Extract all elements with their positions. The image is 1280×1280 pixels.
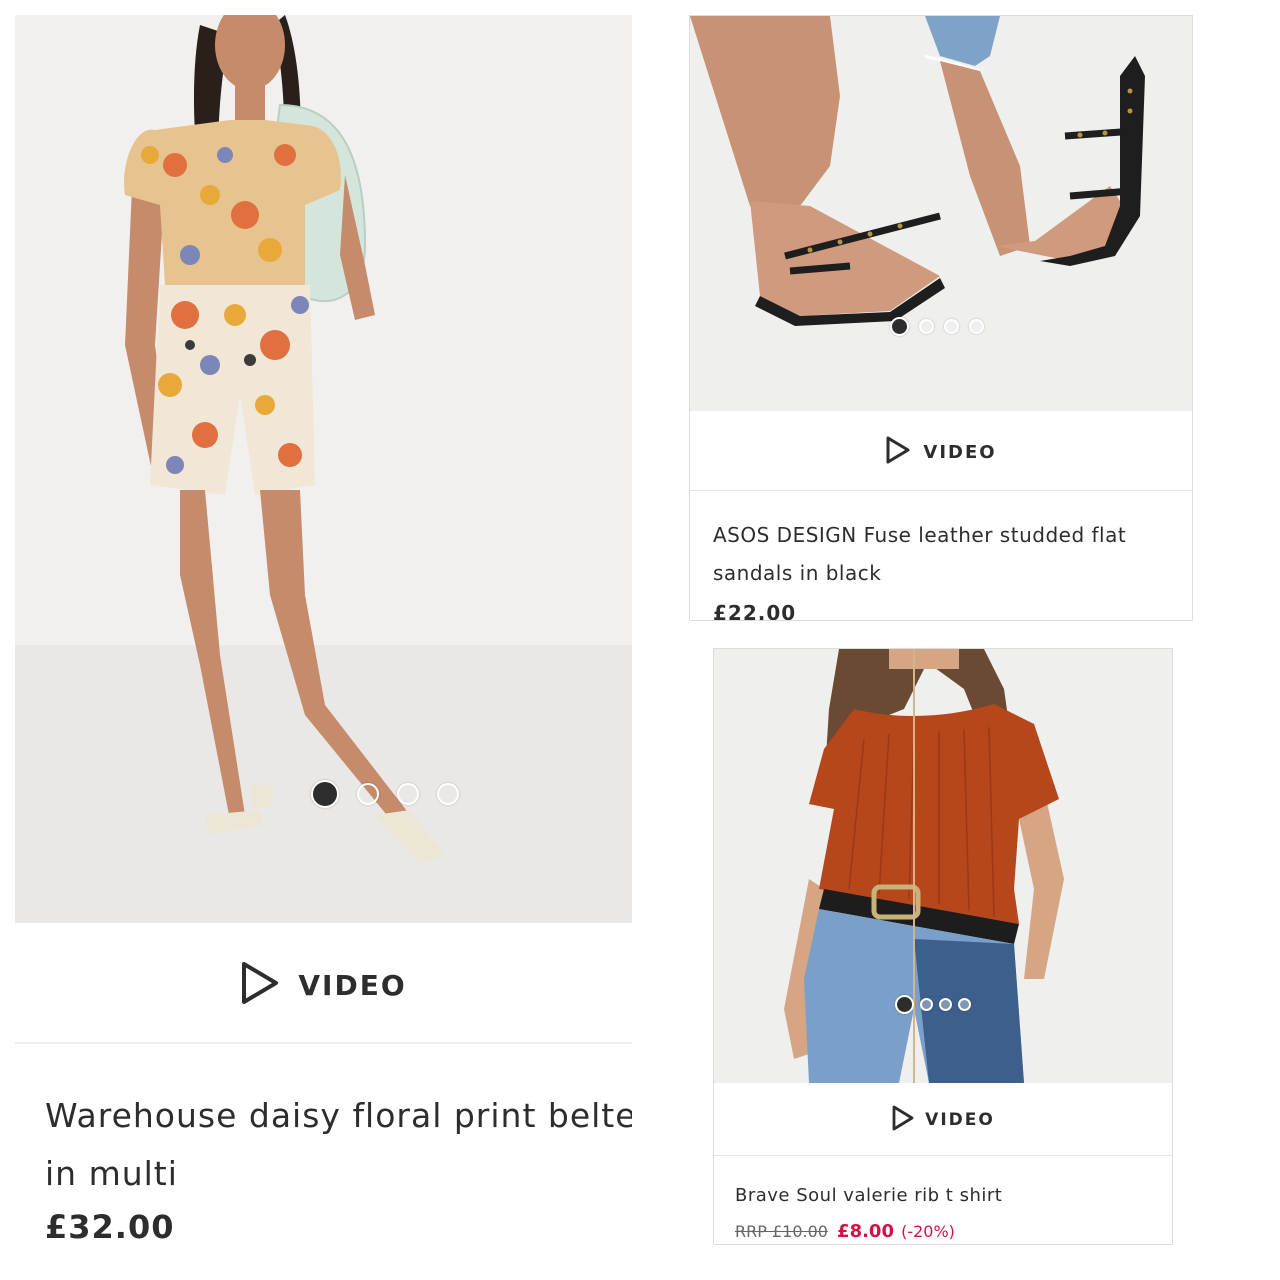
play-outline-icon	[240, 961, 280, 1009]
product-title[interactable]: Brave Soul valerie rib t shirt	[735, 1182, 1155, 1210]
carousel-dot-4[interactable]	[969, 319, 984, 334]
video-button[interactable]: VIDEO	[690, 436, 1192, 468]
video-label: VIDEO	[923, 441, 997, 463]
divider	[15, 1042, 632, 1044]
carousel-dot-3[interactable]	[944, 319, 959, 334]
carousel-dot-3[interactable]	[397, 783, 419, 805]
product-card-brave-soul-tshirt[interactable]: VIDEO Brave Soul valerie rib t shirt RRP…	[713, 648, 1173, 1245]
price-block: RRP £10.00 £8.00 (-20%)	[735, 1221, 955, 1242]
product-price: £22.00	[713, 601, 797, 621]
product-price: £32.00	[45, 1208, 175, 1246]
product-title[interactable]: ASOS DESIGN Fuse leather studded flat sa…	[713, 516, 1183, 592]
product-title[interactable]: Warehouse daisy floral print belted s in…	[45, 1087, 632, 1203]
video-button[interactable]: VIDEO	[714, 1105, 1172, 1135]
carousel-dot-2[interactable]	[357, 783, 379, 805]
video-label: VIDEO	[298, 968, 407, 1002]
carousel-dots	[311, 780, 459, 808]
divider	[690, 490, 1192, 491]
carousel-dot-4[interactable]	[437, 783, 459, 805]
product-title-line2: sandals in black	[713, 561, 882, 585]
product-title-line1: Warehouse daisy floral print belted s	[45, 1096, 632, 1135]
product-title-line2: in multi	[45, 1154, 178, 1193]
carousel-dots	[890, 317, 984, 336]
carousel-dot-1[interactable]	[311, 780, 339, 808]
carousel-dots	[895, 995, 971, 1014]
rib-tshirt-illustration	[784, 649, 1064, 1083]
video-button[interactable]: VIDEO	[15, 955, 632, 1015]
carousel-dot-2[interactable]	[919, 319, 934, 334]
play-outline-icon	[885, 436, 911, 468]
carousel-dot-3[interactable]	[939, 998, 952, 1011]
carousel-dot-4[interactable]	[958, 998, 971, 1011]
discount-badge: (-20%)	[901, 1222, 955, 1241]
carousel-dot-1[interactable]	[890, 317, 909, 336]
product-image-rib-tshirt[interactable]	[714, 649, 1172, 1083]
product-card-warehouse-shorts[interactable]: VIDEO Warehouse daisy floral print belte…	[15, 15, 632, 1280]
sale-price: £8.00	[837, 1221, 894, 1242]
carousel-dot-1[interactable]	[895, 995, 914, 1014]
product-card-asos-sandals[interactable]: VIDEO ASOS DESIGN Fuse leather studded f…	[689, 15, 1193, 621]
product-image-studded-sandals[interactable]	[690, 16, 1192, 411]
carousel-dot-2[interactable]	[920, 998, 933, 1011]
rrp-price: RRP £10.00	[735, 1222, 828, 1241]
video-label: VIDEO	[925, 1110, 995, 1130]
product-title-line1: ASOS DESIGN Fuse leather studded flat	[713, 523, 1127, 547]
divider	[714, 1155, 1172, 1156]
play-outline-icon	[891, 1105, 915, 1135]
studded-sandals-illustration	[690, 16, 1145, 326]
